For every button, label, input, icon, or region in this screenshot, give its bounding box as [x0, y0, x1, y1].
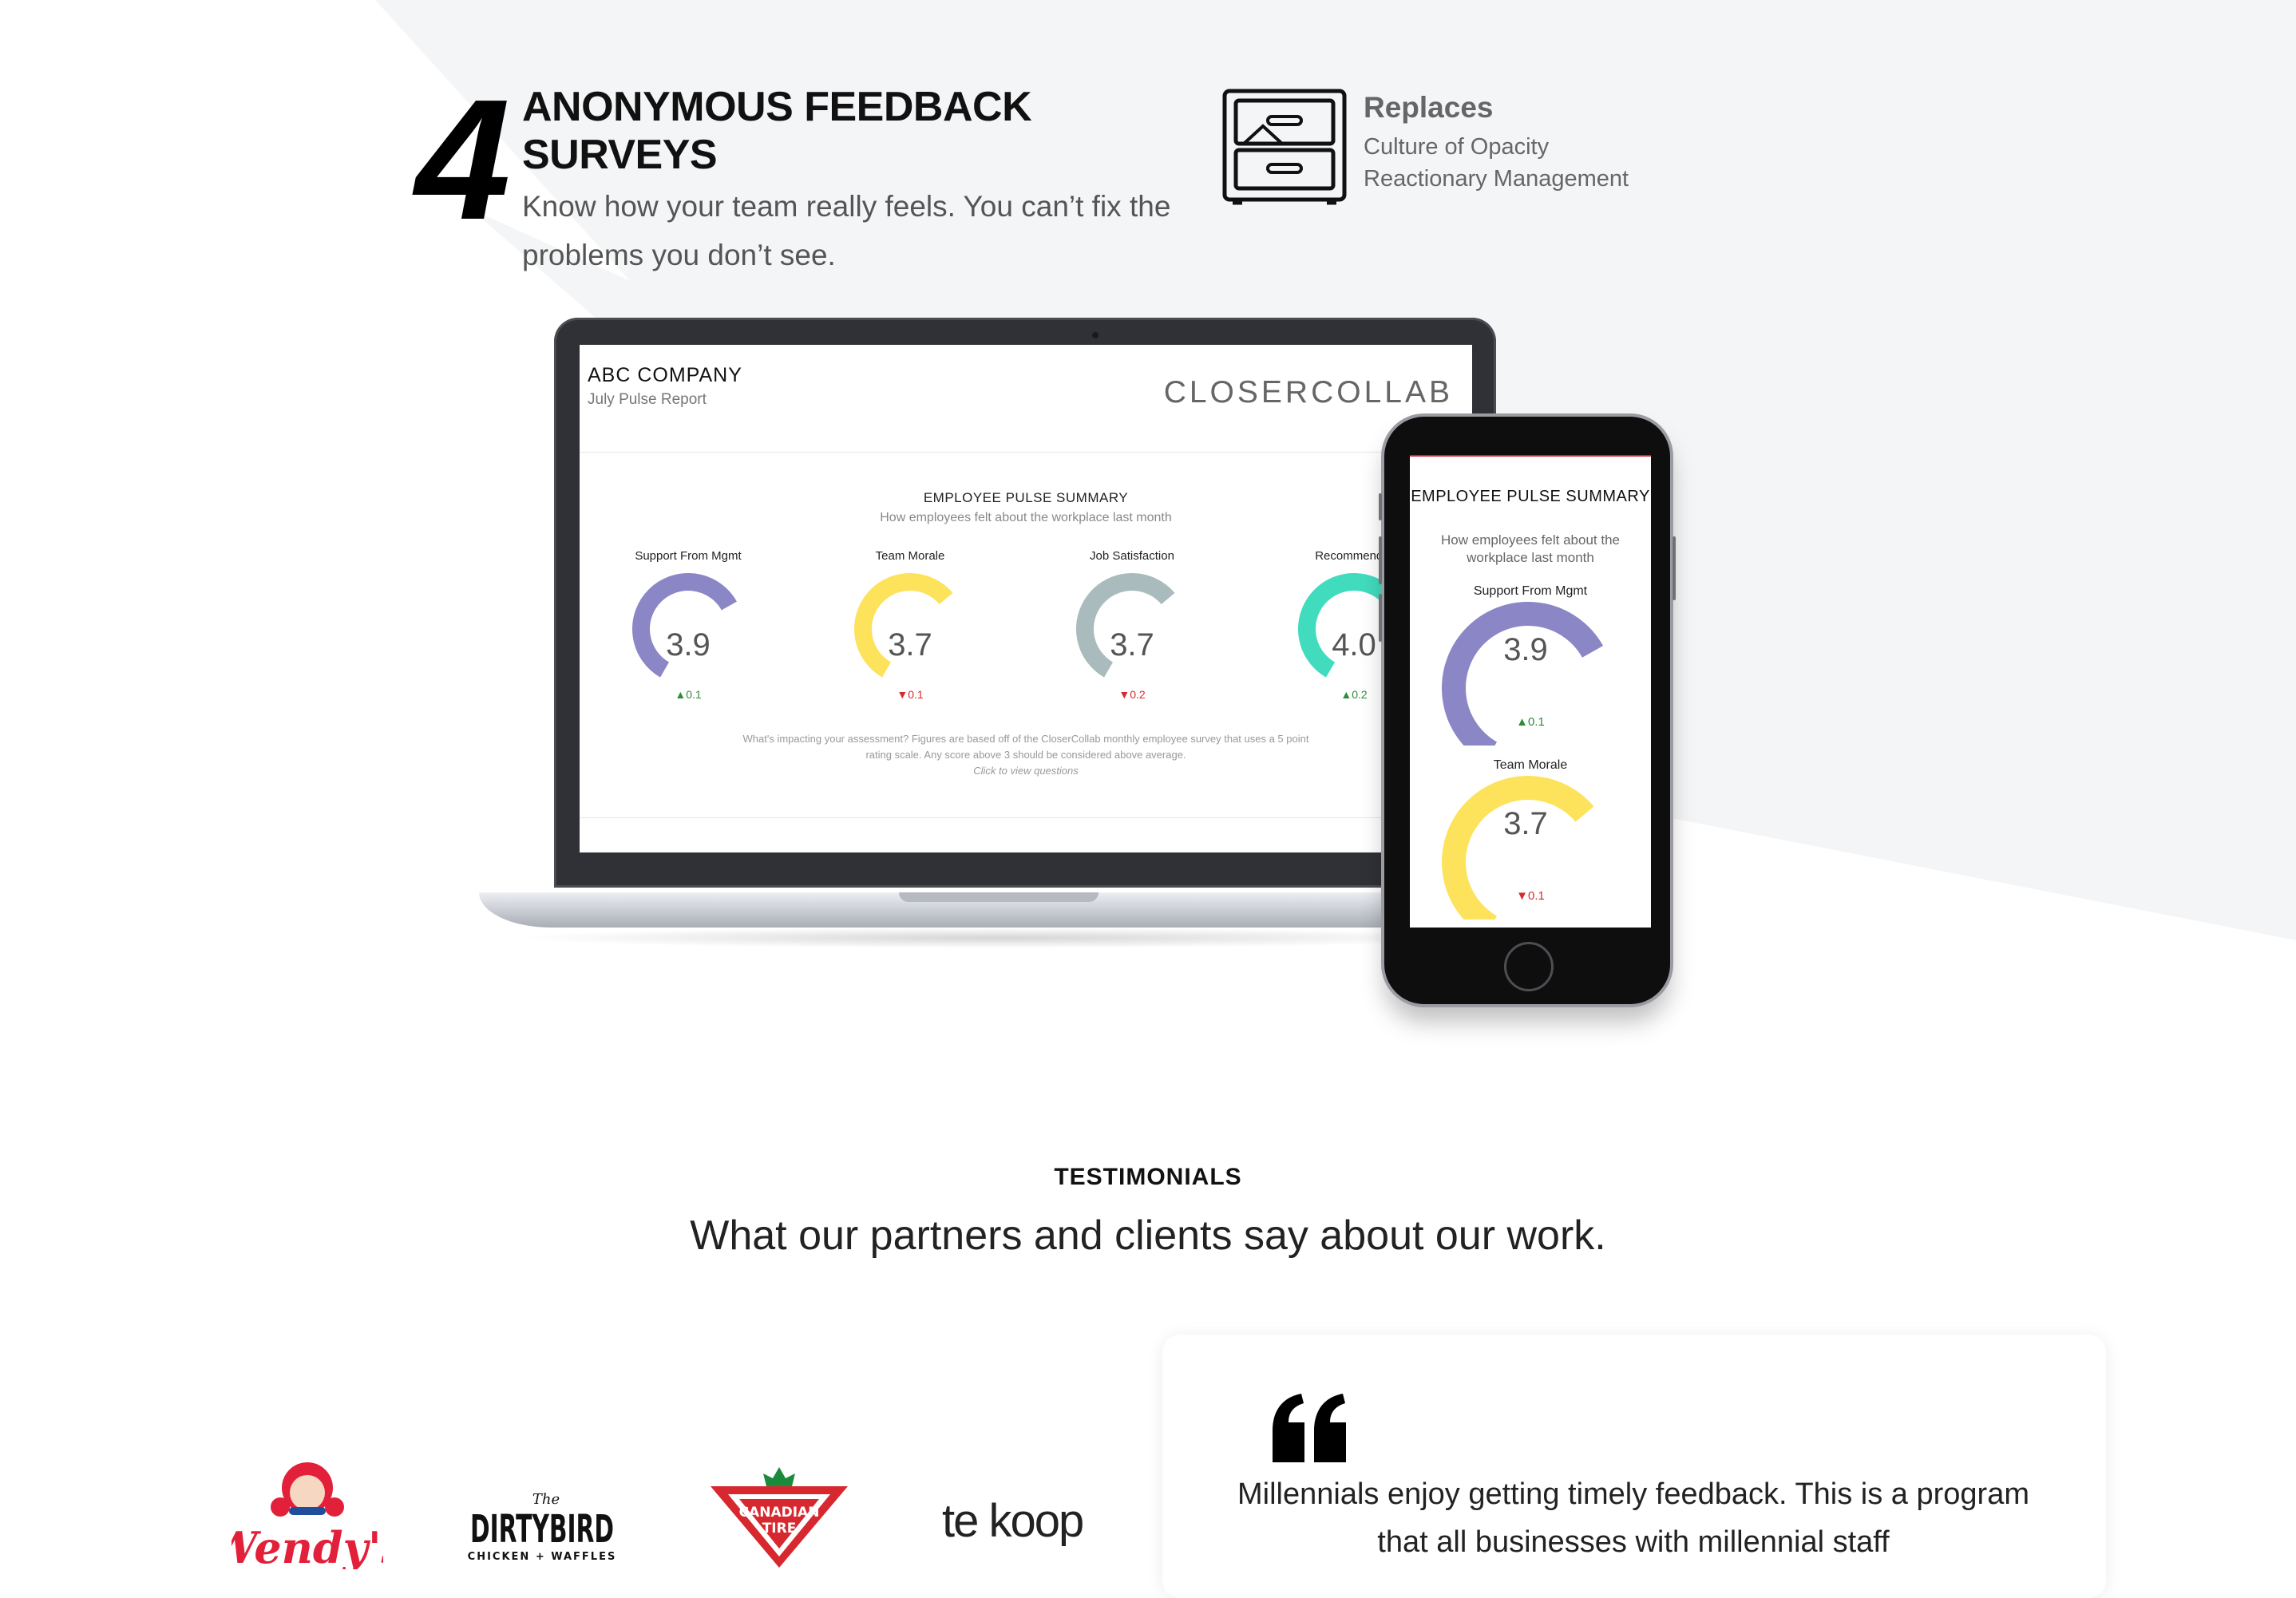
- gauge-delta: ▼0.1: [1410, 889, 1651, 903]
- divider: [580, 452, 1472, 453]
- report-period: July Pulse Report: [588, 391, 707, 408]
- replaces-title: Replaces: [1364, 91, 1494, 124]
- summary-subtitle: How employees felt about the workplace l…: [1441, 532, 1620, 565]
- brand-logo-text: CLOSERCOLLAB: [1163, 375, 1453, 409]
- arrow-up-icon: ▲: [1340, 688, 1352, 701]
- testimonials-kicker: TESTIMONIALS: [1054, 1164, 1242, 1190]
- phone-volume-button: [1379, 594, 1382, 642]
- canadian-tire-line-2: TIRE: [762, 1521, 797, 1537]
- maple-leaf-icon: [763, 1467, 795, 1486]
- tekoop-logo: te koop: [942, 1495, 1084, 1547]
- canadian-tire-logo: CANADIAN TIRE: [711, 1467, 848, 1568]
- feature-section: 4 ANONYMOUS FEEDBACK SURVEYS Know how yo…: [415, 73, 1213, 287]
- phone-power-button: [1673, 536, 1676, 600]
- gauge-support-from-mgmt: Support From Mgmt 3.9 ▲0.1: [1410, 584, 1651, 760]
- phone-volume-button: [1379, 536, 1382, 584]
- gauge-delta: ▲0.1: [600, 688, 776, 701]
- gauge-value: 3.7: [1503, 806, 1548, 841]
- arrow-down-icon: ▼: [1516, 889, 1528, 903]
- gauge-label: Support From Mgmt: [635, 549, 742, 563]
- testimonial-card: Millennials enjoy getting timely feedbac…: [1162, 1335, 2106, 1598]
- feature-title: ANONYMOUS FEEDBACK SURVEYS: [522, 83, 1129, 179]
- dirtybird-wordmark: DIRTYBIRD: [470, 1507, 614, 1552]
- testimonials-heading: What our partners and clients say about …: [690, 1212, 1606, 1259]
- delta-value: 0.1: [1528, 715, 1545, 729]
- wendys-wordmark: Wendy's: [232, 1522, 383, 1569]
- gauge-label: Support From Mgmt: [1473, 584, 1588, 598]
- dirtybird-the: The: [532, 1491, 560, 1508]
- feature-title-line-1: ANONYMOUS FEEDBACK: [522, 84, 1032, 130]
- gauge-value: 3.7: [1110, 627, 1154, 663]
- gauge-label: Job Satisfaction: [1090, 549, 1174, 563]
- arrow-up-icon: ▲: [1516, 715, 1528, 729]
- delta-value: 0.2: [1130, 688, 1146, 701]
- replaces-block: Replaces Culture of Opacity Reactionary …: [1220, 86, 1779, 222]
- gauge-support-from-mgmt: Support From Mgmt 3.9 ▲0.1: [600, 549, 776, 733]
- gauge-team-morale: Team Morale 3.7 ▼0.1: [1410, 758, 1651, 928]
- laptop-screen: ABC COMPANY July Pulse Report CLOSERCOLL…: [580, 345, 1472, 852]
- wendys-logo: Wendy's: [232, 1462, 383, 1569]
- replaces-item: Reactionary Management: [1364, 166, 1629, 192]
- arrow-down-icon: ▼: [897, 688, 909, 701]
- gauge-team-morale: Team Morale 3.7 ▼0.1: [822, 549, 998, 733]
- summary-title: EMPLOYEE PULSE SUMMARY: [923, 490, 1129, 505]
- phone-mockup: EMPLOYEE PULSE SUMMARY How employees fel…: [1379, 417, 1676, 1007]
- replaces-item: Culture of Opacity: [1364, 134, 1550, 160]
- delta-value: 0.1: [908, 688, 924, 701]
- gauge-delta: ▼0.2: [1044, 688, 1220, 701]
- phone-mute-switch: [1379, 493, 1382, 520]
- gauge-value: 3.9: [666, 627, 711, 663]
- quote-icon: [1273, 1394, 1346, 1462]
- phone-screen: EMPLOYEE PULSE SUMMARY How employees fel…: [1410, 455, 1651, 928]
- view-questions-link[interactable]: Click to view questions: [580, 765, 1472, 777]
- delta-value: 0.2: [1352, 688, 1368, 701]
- feature-title-line-2: SURVEYS: [522, 132, 718, 178]
- gauge-delta: ▲0.1: [1410, 715, 1651, 729]
- delta-value: 0.1: [686, 688, 702, 701]
- summary-title: EMPLOYEE PULSE SUMMARY: [1411, 488, 1650, 505]
- report-footnote: What's impacting your assessment? Figure…: [742, 733, 1309, 761]
- file-cabinet-icon: [1222, 89, 1347, 205]
- arrow-down-icon: ▼: [1118, 688, 1130, 701]
- gauge-label: Team Morale: [875, 549, 945, 563]
- arrow-up-icon: ▲: [675, 688, 687, 701]
- laptop-camera: [1092, 332, 1099, 338]
- report-company: ABC COMPANY: [588, 364, 742, 386]
- divider: [580, 817, 1472, 818]
- gauge-value: 3.9: [1503, 632, 1548, 667]
- dirtybird-tagline: CHICKEN + WAFFLES: [468, 1551, 617, 1563]
- feature-description: Know how your team really feels. You can…: [522, 190, 1171, 271]
- delta-value: 0.1: [1528, 889, 1545, 903]
- laptop-notch: [899, 892, 1099, 902]
- gauge-job-satisfaction: Job Satisfaction 3.7 ▼0.2: [1044, 549, 1220, 733]
- feature-number: 4: [415, 63, 511, 255]
- canadian-tire-line-1: CANADIAN: [739, 1505, 820, 1521]
- phone-home-button: [1504, 942, 1554, 991]
- testimonial-quote: Millennials enjoy getting timely feedbac…: [1237, 1477, 2029, 1559]
- laptop-shadow: [511, 928, 1485, 948]
- gauge-value: 3.7: [888, 627, 932, 663]
- dirtybird-logo: The DIRTYBIRD CHICKEN + WAFFLES: [468, 1491, 617, 1563]
- laptop-mockup: ABC COMPANY July Pulse Report CLOSERCOLL…: [479, 318, 1517, 948]
- summary-subtitle: How employees felt about the workplace l…: [880, 511, 1172, 524]
- gauge-label: Team Morale: [1493, 758, 1568, 772]
- gauge-delta: ▼0.1: [822, 688, 998, 701]
